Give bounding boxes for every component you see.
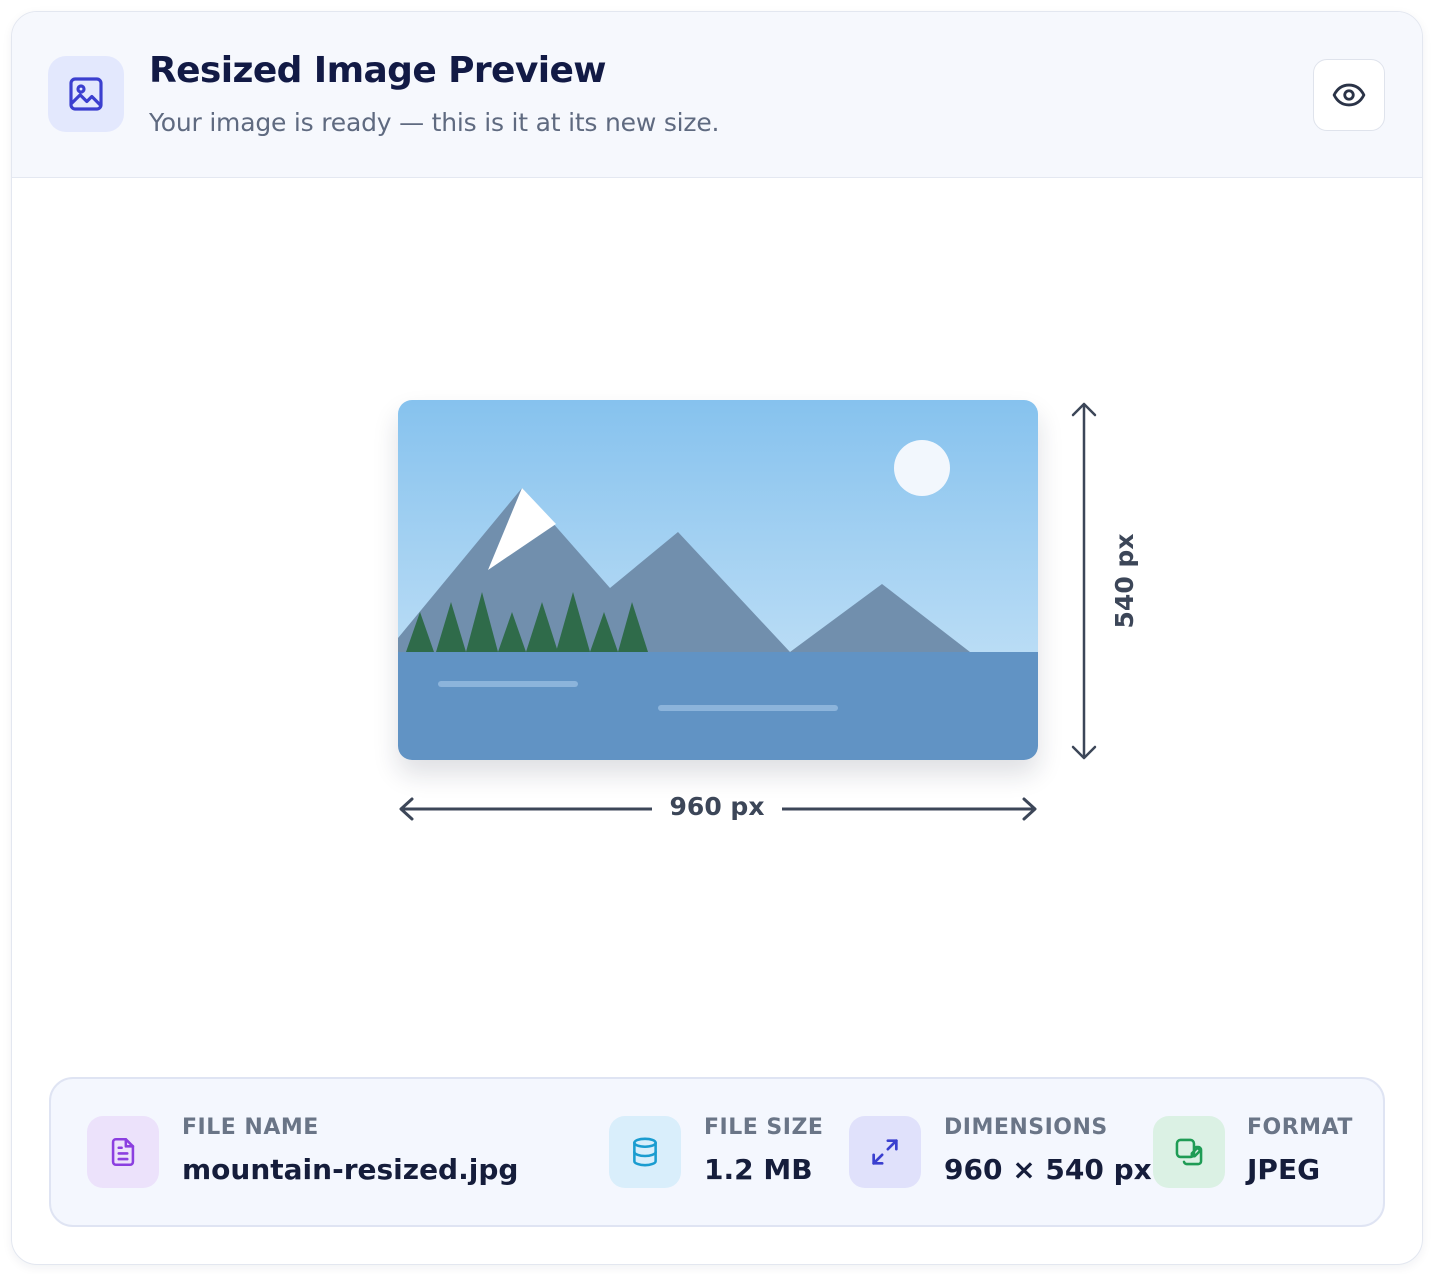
eye-icon	[1332, 83, 1366, 107]
dimensions-label: DIMENSIONS	[944, 1115, 1108, 1140]
preview-card: Resized Image Preview Your image is read…	[11, 11, 1423, 1265]
file-size-label: FILE SIZE	[704, 1115, 824, 1140]
height-label: 540 px	[1110, 533, 1139, 629]
database-icon	[609, 1116, 681, 1188]
file-info-bar: FILE NAME mountain-resized.jpg FILE SIZE…	[49, 1077, 1385, 1227]
height-dimension-arrow	[1071, 402, 1097, 760]
page-title: Resized Image Preview	[149, 50, 607, 91]
page-subtitle: Your image is ready — this is it at its …	[149, 108, 720, 137]
format-value: JPEG	[1247, 1153, 1321, 1186]
preview-toggle-button[interactable]	[1313, 59, 1385, 131]
format-label: FORMAT	[1247, 1115, 1353, 1140]
card-header: Resized Image Preview Your image is read…	[12, 12, 1422, 178]
file-name-value: mountain-resized.jpg	[182, 1153, 519, 1186]
image-icon	[48, 56, 124, 132]
expand-arrows-icon	[849, 1116, 921, 1188]
file-size-value: 1.2 MB	[704, 1153, 813, 1186]
dimensions-value: 960 × 540 px	[944, 1153, 1152, 1186]
file-name-label: FILE NAME	[182, 1115, 319, 1140]
copy-edit-icon	[1153, 1116, 1225, 1188]
file-text-icon	[87, 1116, 159, 1188]
resized-image-preview	[398, 400, 1038, 760]
width-label: 960 px	[669, 792, 765, 821]
sun	[894, 440, 950, 496]
